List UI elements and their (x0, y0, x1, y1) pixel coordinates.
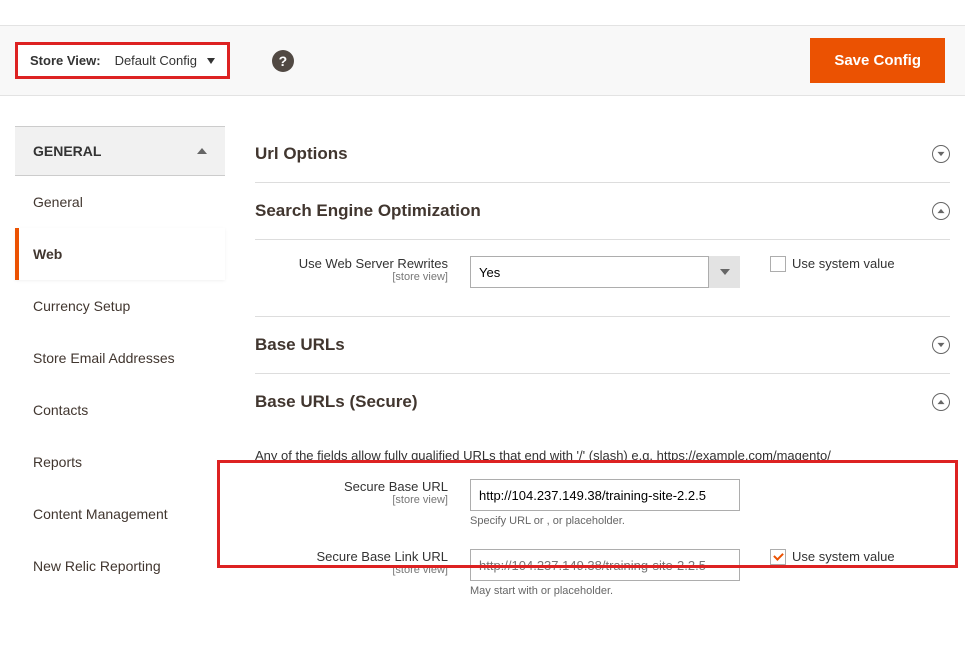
row-secure-base-url: Secure Base URL [store view] Specify URL… (255, 463, 950, 533)
scope-text: [store view] (255, 271, 448, 283)
caret-down-icon (207, 58, 215, 64)
config-main: Url Options Search Engine Optimization U… (225, 126, 950, 603)
chevron-down-icon (938, 343, 945, 347)
secure-desc: Any of the fields allow fully qualified … (255, 430, 950, 463)
section-base-urls-secure[interactable]: Base URLs (Secure) (255, 374, 950, 430)
use-system-label: Use system value (792, 549, 895, 564)
use-system-wrap: Use system value (740, 256, 895, 272)
row-secure-base-link-url: Secure Base Link URL [store view] May st… (255, 533, 950, 603)
field-hint: Specify URL or , or placeholder. (470, 515, 740, 527)
config-content: GENERAL General Web Currency Setup Store… (0, 126, 965, 603)
toolbar-left: Store View: Default Config ? (15, 42, 294, 79)
label-text: Secure Base Link URL (316, 549, 448, 564)
save-config-button[interactable]: Save Config (810, 38, 945, 83)
store-view-label: Store View: (30, 53, 101, 68)
section-title: Base URLs (Secure) (255, 392, 418, 412)
use-system-checkbox[interactable] (770, 256, 786, 272)
label-text: Use Web Server Rewrites (299, 256, 448, 271)
scope-text: [store view] (255, 494, 448, 506)
chevron-up-icon (197, 148, 207, 154)
sidebar-item-web[interactable]: Web (15, 228, 225, 280)
expand-icon (932, 145, 950, 163)
sidebar-item-label: Reports (33, 454, 82, 470)
secure-base-url-input[interactable] (470, 479, 740, 511)
chevron-up-icon (938, 209, 945, 213)
section-title: Base URLs (255, 335, 345, 355)
sidebar-section-label: GENERAL (33, 143, 101, 159)
chevron-down-icon (938, 152, 945, 156)
sidebar-item-content-mgmt[interactable]: Content Management (15, 488, 225, 540)
section-base-urls[interactable]: Base URLs (255, 317, 950, 374)
secure-base-link-url-input (470, 549, 740, 581)
sidebar-item-label: Content Management (33, 506, 168, 522)
scope-text: [store view] (255, 564, 448, 576)
sidebar-item-currency[interactable]: Currency Setup (15, 280, 225, 332)
field-control: Yes (470, 256, 740, 288)
field-control: May start with or placeholder. (470, 549, 740, 597)
expand-icon (932, 336, 950, 354)
field-label: Use Web Server Rewrites [store view] (255, 256, 470, 283)
collapse-icon (932, 202, 950, 220)
collapse-icon (932, 393, 950, 411)
field-control: Specify URL or , or placeholder. (470, 479, 740, 527)
help-icon[interactable]: ? (272, 50, 294, 72)
web-server-rewrites-select[interactable]: Yes (470, 256, 740, 288)
section-url-options[interactable]: Url Options (255, 126, 950, 183)
row-web-server-rewrites: Use Web Server Rewrites [store view] Yes… (255, 240, 950, 317)
use-system-wrap: Use system value (740, 549, 895, 565)
config-toolbar: Store View: Default Config ? Save Config (0, 25, 965, 96)
sidebar-item-label: General (33, 194, 83, 210)
sidebar-item-email[interactable]: Store Email Addresses (15, 332, 225, 384)
sidebar-item-label: New Relic Reporting (33, 558, 161, 574)
sidebar-section-general[interactable]: GENERAL (15, 126, 225, 176)
store-view-switcher[interactable]: Store View: Default Config (15, 42, 230, 79)
section-title: Url Options (255, 144, 348, 164)
config-sidebar: GENERAL General Web Currency Setup Store… (15, 126, 225, 603)
use-system-checkbox[interactable] (770, 549, 786, 565)
field-label: Secure Base Link URL [store view] (255, 549, 470, 576)
sidebar-item-newrelic[interactable]: New Relic Reporting (15, 540, 225, 592)
section-seo[interactable]: Search Engine Optimization (255, 183, 950, 240)
sidebar-item-general[interactable]: General (15, 176, 225, 228)
chevron-up-icon (938, 400, 945, 404)
store-view-value: Default Config (115, 53, 197, 68)
sidebar-item-label: Currency Setup (33, 298, 130, 314)
field-hint: May start with or placeholder. (470, 585, 740, 597)
sidebar-item-reports[interactable]: Reports (15, 436, 225, 488)
label-text: Secure Base URL (344, 479, 448, 494)
sidebar-item-label: Contacts (33, 402, 88, 418)
section-title: Search Engine Optimization (255, 201, 481, 221)
field-label: Secure Base URL [store view] (255, 479, 470, 506)
sidebar-item-label: Web (33, 246, 62, 262)
sidebar-item-contacts[interactable]: Contacts (15, 384, 225, 436)
use-system-label: Use system value (792, 256, 895, 271)
sidebar-item-label: Store Email Addresses (33, 350, 175, 366)
